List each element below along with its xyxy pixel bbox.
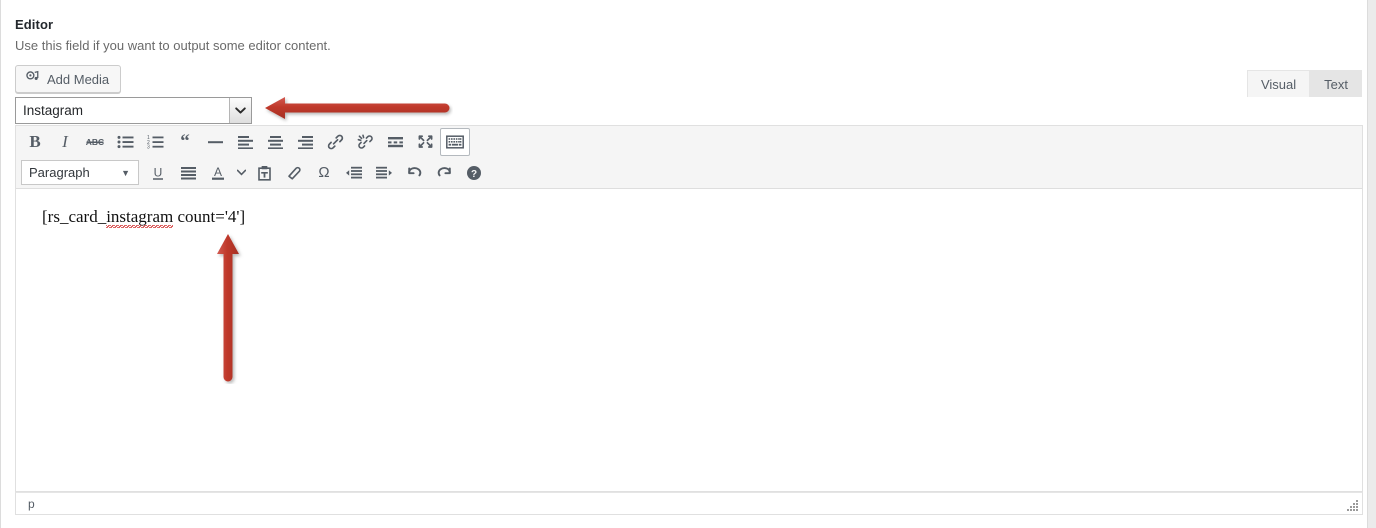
link-icon[interactable] — [320, 128, 350, 156]
shortcode-text: [rs_card_instagram count='4'] — [42, 207, 246, 228]
editor-toolbar-row-1: B I ABC 1 2 3 “ — [16, 126, 1362, 157]
redo-icon[interactable] — [429, 159, 459, 187]
shortcode-misspelled-word: instagram — [106, 207, 174, 228]
align-left-icon[interactable] — [230, 128, 260, 156]
fullscreen-icon[interactable] — [410, 128, 440, 156]
tab-visual[interactable]: Visual — [1246, 70, 1311, 97]
add-media-button[interactable]: Add Media — [15, 65, 122, 93]
align-justify-icon[interactable] — [173, 159, 203, 187]
resize-grip-icon[interactable] — [1347, 499, 1359, 511]
unlink-icon[interactable] — [350, 128, 380, 156]
shortcode-suffix: count='4'] — [173, 207, 246, 226]
toolbar-toggle-icon[interactable] — [440, 127, 470, 156]
numbered-list-icon[interactable]: 1 2 3 — [140, 128, 170, 156]
editor-field-panel: Editor Use this field if you want to out… — [0, 0, 1376, 528]
right-gutter-fill — [1368, 0, 1376, 528]
editor-toolbar-row-2: Paragraph ▼ U A Ω ? — [16, 157, 1362, 188]
bullet-list-icon[interactable] — [110, 128, 140, 156]
align-center-icon[interactable] — [260, 128, 290, 156]
indent-icon[interactable] — [369, 159, 399, 187]
element-path: p — [28, 496, 35, 511]
text-color-icon[interactable]: A — [203, 159, 233, 187]
read-more-icon[interactable] — [380, 128, 410, 156]
shortcode-select-value: Instagram — [23, 103, 84, 118]
arrow-pointing-to-shortcode — [206, 232, 250, 389]
shortcode-select[interactable]: Instagram — [15, 97, 252, 124]
outdent-icon[interactable] — [339, 159, 369, 187]
editor-mode-tabs: Visual Text — [1246, 70, 1362, 97]
undo-icon[interactable] — [399, 159, 429, 187]
chevron-down-icon[interactable] — [229, 98, 251, 123]
italic-icon[interactable]: I — [50, 128, 80, 156]
chevron-down-icon: ▼ — [121, 167, 130, 178]
clear-formatting-icon[interactable] — [279, 159, 309, 187]
format-select-value: Paragraph — [29, 165, 90, 180]
svg-text:3: 3 — [147, 144, 150, 148]
underline-icon[interactable]: U — [143, 159, 173, 187]
arrow-pointing-to-select — [263, 94, 453, 131]
tab-text[interactable]: Text — [1310, 70, 1362, 97]
format-select[interactable]: Paragraph ▼ — [21, 160, 139, 185]
page-title: Editor — [15, 17, 54, 32]
svg-text:A: A — [214, 165, 222, 179]
align-right-icon[interactable] — [290, 128, 320, 156]
shortcode-prefix: [rs_card_ — [42, 207, 107, 226]
add-media-label: Add Media — [47, 71, 110, 87]
horizontal-rule-icon[interactable] — [200, 128, 230, 156]
special-character-icon[interactable]: Ω — [309, 159, 339, 187]
svg-text:U: U — [154, 165, 163, 179]
bold-icon[interactable]: B — [20, 128, 50, 156]
blockquote-icon[interactable]: “ — [170, 128, 200, 156]
paste-as-text-icon[interactable] — [249, 159, 279, 187]
editor-status-bar: p — [15, 492, 1363, 515]
help-icon[interactable]: ? — [459, 159, 489, 187]
editor-toolbar: B I ABC 1 2 3 “ Paragraph ▼ U A Ω ? — [16, 126, 1362, 189]
svg-text:?: ? — [471, 169, 477, 180]
field-description: Use this field if you want to output som… — [15, 38, 331, 53]
text-color-chevron-icon[interactable] — [233, 159, 249, 187]
media-icon — [25, 70, 40, 88]
strikethrough-icon[interactable]: ABC — [80, 128, 110, 156]
